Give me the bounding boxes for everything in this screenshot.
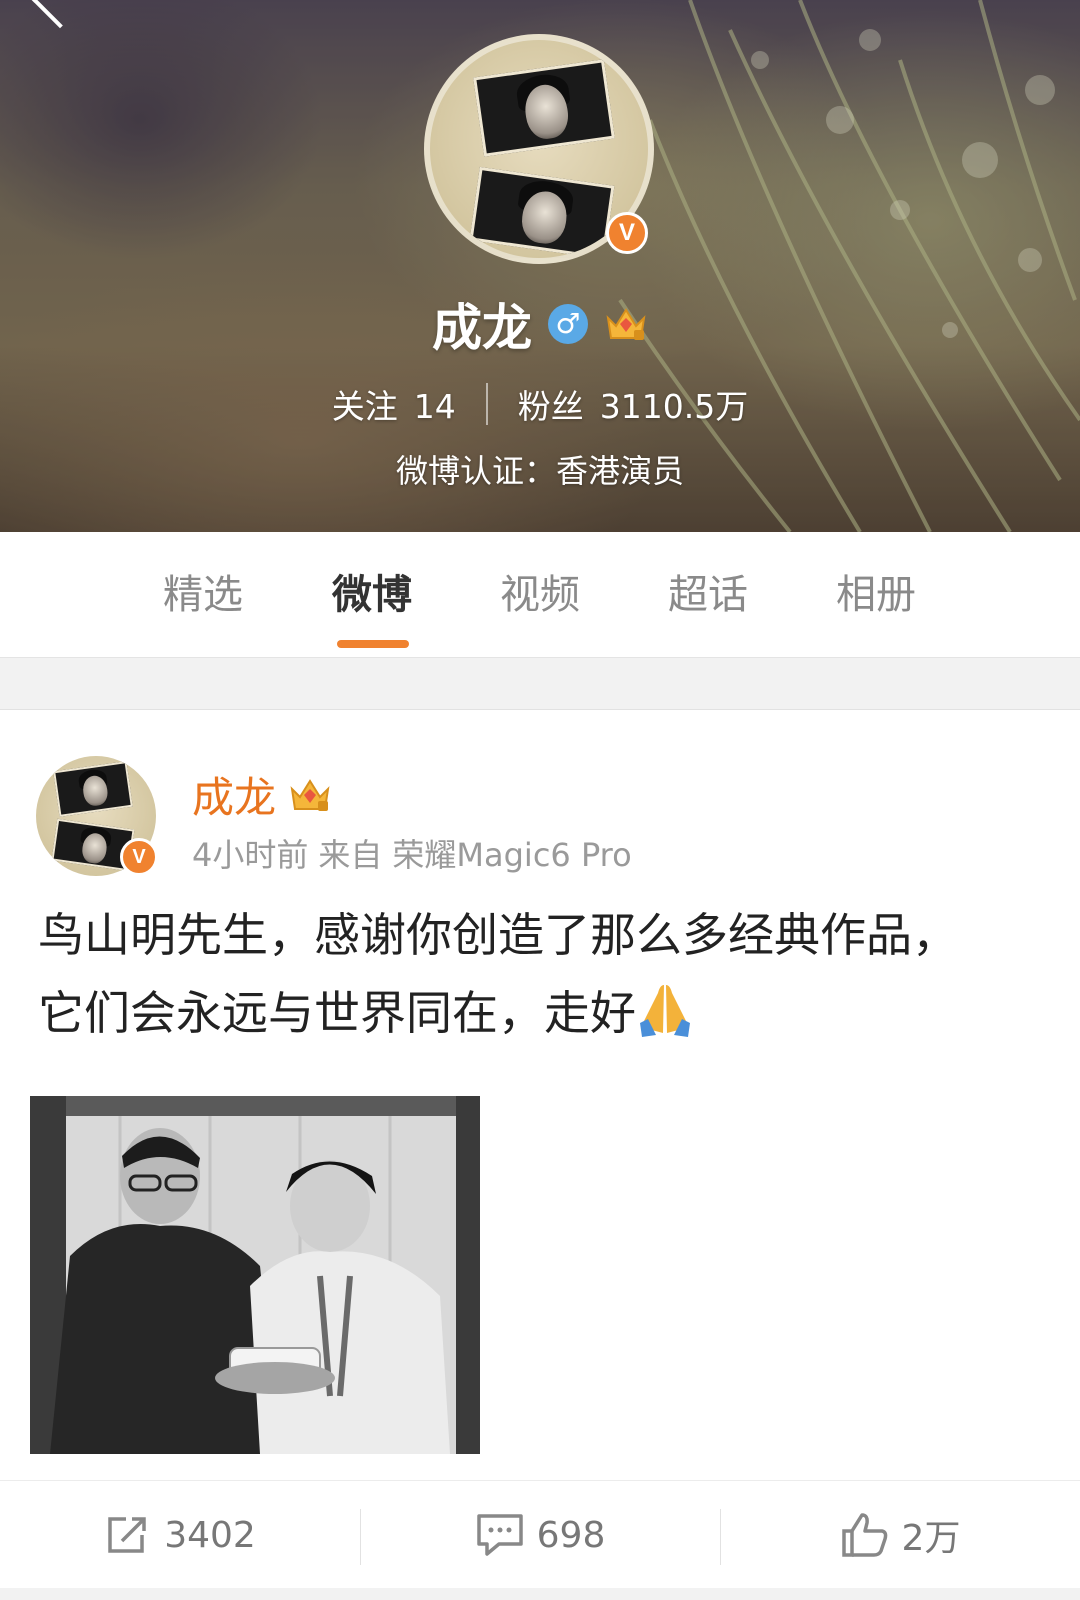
tab-super-topics[interactable]: 超话 — [648, 562, 768, 620]
profile-header: V 成龙 ♂ 关注 14 粉丝 3110.5万 微博认证：香港演员 — [0, 0, 1080, 532]
verified-icon: V — [606, 212, 648, 254]
comment-icon — [476, 1514, 523, 1556]
stats-divider — [485, 383, 488, 425]
comment-button[interactable]: 698 — [360, 1481, 720, 1589]
post-photo[interactable] — [30, 1096, 480, 1454]
repost-count: 3402 — [164, 1514, 256, 1556]
post-card[interactable]: V 成龙 4小时前 来自 荣耀Magic6 Pro 鸟山明先生，感谢你创造了那么多经… — [0, 710, 1080, 1480]
tab-weibo[interactable]: 微博 — [312, 562, 432, 620]
comment-count: 698 — [536, 1514, 606, 1556]
repost-icon — [108, 1517, 146, 1553]
like-button[interactable]: 2万 — [720, 1481, 1080, 1589]
following-stat[interactable]: 关注 14 — [332, 380, 456, 428]
post-author-name[interactable]: 成龙 — [192, 764, 276, 825]
verification-text: 微博认证：香港演员 — [395, 452, 684, 490]
like-icon — [841, 1513, 887, 1557]
tab-featured[interactable]: 精选 — [143, 562, 263, 620]
post-body: 鸟山明先生，感谢你创造了那么多经典作品，它们会永远与世界同在，走好 — [38, 908, 958, 1040]
verified-icon: V — [120, 838, 158, 876]
post-author-row: 成龙 — [192, 764, 332, 825]
crown-level-icon — [606, 308, 646, 340]
fans-stat[interactable]: 粉丝 3110.5万 — [518, 380, 748, 428]
male-gender-icon: ♂ — [548, 304, 588, 344]
follow-stats: 关注 14 粉丝 3110.5万 — [0, 380, 1080, 428]
post-meta: 4小时前 来自 荣耀Magic6 Pro — [192, 830, 632, 876]
like-count: 2万 — [901, 1518, 961, 1559]
tab-albums[interactable]: 相册 — [816, 562, 936, 620]
post-source: 荣耀Magic6 Pro — [392, 836, 632, 874]
profile-name: 成龙 — [432, 299, 532, 357]
praying-hands-icon — [640, 985, 690, 1037]
tab-videos[interactable]: 视频 — [480, 562, 600, 620]
crown-level-icon — [290, 778, 330, 811]
post-action-bar: 3402 698 2万 — [0, 1480, 1080, 1588]
repost-button[interactable]: 3402 — [0, 1481, 360, 1589]
section-divider — [0, 658, 1080, 710]
post-source-prefix: 来自 — [318, 836, 383, 874]
profile-name-row: 成龙 ♂ — [0, 288, 1080, 360]
post-time: 4小时前 — [192, 836, 309, 874]
profile-tabs: 精选 微博 视频 超话 相册 — [0, 532, 1080, 658]
post-text: 鸟山明先生，感谢你创造了那么多经典作品，它们会永远与世界同在，走好 — [38, 896, 998, 1052]
active-tab-indicator — [337, 640, 409, 648]
bottom-strip — [0, 1588, 1080, 1600]
